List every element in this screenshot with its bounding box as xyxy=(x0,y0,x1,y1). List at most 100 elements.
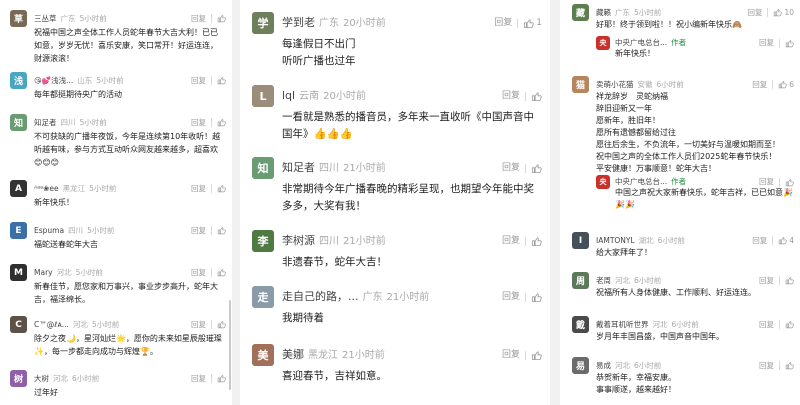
avatar[interactable]: A xyxy=(10,180,27,197)
avatar[interactable]: M xyxy=(10,264,27,281)
thumbs-up-icon xyxy=(217,184,226,193)
divider xyxy=(211,14,212,23)
timestamp: 21小时前 xyxy=(386,292,430,303)
reply-button[interactable]: 回复 xyxy=(191,72,206,89)
avatar[interactable]: 戴 xyxy=(572,316,589,333)
reply-button[interactable]: 回复 xyxy=(502,344,520,366)
avatar[interactable]: 走 xyxy=(252,286,274,308)
avatar[interactable]: 草 xyxy=(10,10,27,27)
comment-text: 新年快乐！ xyxy=(34,198,74,207)
scrollbar[interactable] xyxy=(229,300,231,390)
avatar[interactable]: 猫 xyxy=(572,76,589,93)
avatar[interactable]: 知 xyxy=(252,157,274,179)
like-button[interactable] xyxy=(785,178,794,187)
avatar-initial: 央 xyxy=(599,178,607,186)
avatar-initial: 草 xyxy=(13,15,23,25)
divider xyxy=(779,276,780,285)
avatar[interactable]: 李 xyxy=(252,230,274,252)
like-button[interactable] xyxy=(531,350,542,361)
avatar[interactable]: L xyxy=(252,85,274,107)
username[interactable]: lql xyxy=(282,85,295,107)
location: 山东 xyxy=(77,76,93,85)
like-button[interactable] xyxy=(785,39,794,48)
location: 广东 xyxy=(60,14,76,23)
divider xyxy=(525,292,526,302)
like-button[interactable] xyxy=(531,163,542,174)
reply-button[interactable]: 回复 xyxy=(502,157,520,179)
thumbs-up-icon xyxy=(523,18,534,29)
like-button[interactable] xyxy=(217,118,226,127)
avatar[interactable]: E xyxy=(10,222,27,239)
like-button[interactable]: 1 xyxy=(523,12,542,34)
divider xyxy=(779,177,780,187)
avatar[interactable]: 易 xyxy=(572,357,589,374)
like-button[interactable] xyxy=(217,14,226,23)
reply-button[interactable]: 回复 xyxy=(191,222,206,239)
comment-actions: 回复 xyxy=(191,180,226,197)
comment-text: 中国之声祝大家新春快乐，蛇年吉祥，已已如意🎉🎉🎉 xyxy=(615,188,793,209)
location: 广东 xyxy=(319,18,339,29)
like-count: 1 xyxy=(536,18,542,28)
thumbs-up-icon xyxy=(531,236,542,247)
avatar[interactable]: 周 xyxy=(572,272,589,289)
username[interactable]: Mary xyxy=(34,264,53,281)
username[interactable]: 走自己的路，... xyxy=(282,286,359,308)
username[interactable]: 美娜 xyxy=(282,344,304,366)
reply-button[interactable]: 回复 xyxy=(191,264,206,281)
avatar[interactable]: I xyxy=(572,232,589,249)
like-button[interactable] xyxy=(531,91,542,102)
avatar[interactable]: 央 xyxy=(596,36,610,50)
avatar-initial: I xyxy=(578,235,583,246)
username[interactable]: ᴬᵃᵃ❀ee xyxy=(34,180,59,197)
reply-button[interactable]: 回复 xyxy=(502,286,520,308)
like-button[interactable] xyxy=(217,320,226,329)
avatar[interactable]: 藏 xyxy=(572,4,589,21)
comment-actions: 回复 xyxy=(502,286,542,308)
like-button[interactable] xyxy=(531,236,542,247)
reply-button[interactable]: 回复 xyxy=(494,12,512,34)
avatar[interactable]: 树 xyxy=(10,370,27,387)
avatar[interactable]: 央 xyxy=(596,175,610,189)
comment-text: 新年快乐！ xyxy=(615,49,655,58)
avatar-initial: L xyxy=(259,89,267,103)
like-button[interactable] xyxy=(217,76,226,85)
username[interactable]: 知足者 xyxy=(34,114,57,131)
timestamp: 5小时前 xyxy=(91,320,120,329)
username[interactable]: 😘💕浅浅... xyxy=(34,72,73,89)
reply-button[interactable]: 回复 xyxy=(191,114,206,131)
comment-actions: 回复 xyxy=(191,114,226,131)
thumbs-up-icon xyxy=(531,292,542,303)
avatar[interactable]: 浅 xyxy=(10,72,27,89)
comment-text: 给大家拜年了！ xyxy=(596,248,652,257)
like-button[interactable] xyxy=(217,226,226,235)
avatar[interactable]: 美 xyxy=(252,344,274,366)
username[interactable]: 大树 xyxy=(34,370,49,387)
divider xyxy=(779,320,780,329)
avatar[interactable]: 学 xyxy=(252,12,274,34)
thumbs-up-icon xyxy=(773,8,783,17)
username[interactable]: 三丛草 xyxy=(34,10,57,27)
reply-button[interactable]: 回复 xyxy=(502,85,520,107)
reply-button[interactable]: 回复 xyxy=(191,10,206,27)
avatar[interactable]: C xyxy=(10,316,27,333)
like-button[interactable] xyxy=(217,374,226,383)
username[interactable]: 学到老 xyxy=(282,12,315,34)
avatar[interactable]: 知 xyxy=(10,114,27,131)
like-button[interactable] xyxy=(785,276,794,285)
comment-text: 新春佳节，愿您家和万事兴，事业步步高升，蛇年大吉，福泽绵长。 xyxy=(34,282,218,304)
username[interactable]: 李树源 xyxy=(282,230,315,252)
like-button[interactable] xyxy=(785,361,794,370)
reply-button[interactable]: 回复 xyxy=(502,230,520,252)
comment-text: 喜迎春节，吉祥如意。 xyxy=(282,370,387,382)
like-button[interactable] xyxy=(785,320,794,329)
username[interactable]: Espuma xyxy=(34,222,64,239)
username[interactable]: C™@ℓᴀ... xyxy=(34,316,69,333)
reply-button[interactable]: 回复 xyxy=(191,370,206,387)
reply-button[interactable]: 回复 xyxy=(191,180,206,197)
username[interactable]: 知足者 xyxy=(282,157,315,179)
like-button[interactable] xyxy=(217,184,226,193)
reply-button[interactable]: 回复 xyxy=(191,316,206,333)
like-button[interactable] xyxy=(531,292,542,303)
timestamp: 5小时前 xyxy=(79,118,107,127)
like-button[interactable] xyxy=(217,268,226,277)
